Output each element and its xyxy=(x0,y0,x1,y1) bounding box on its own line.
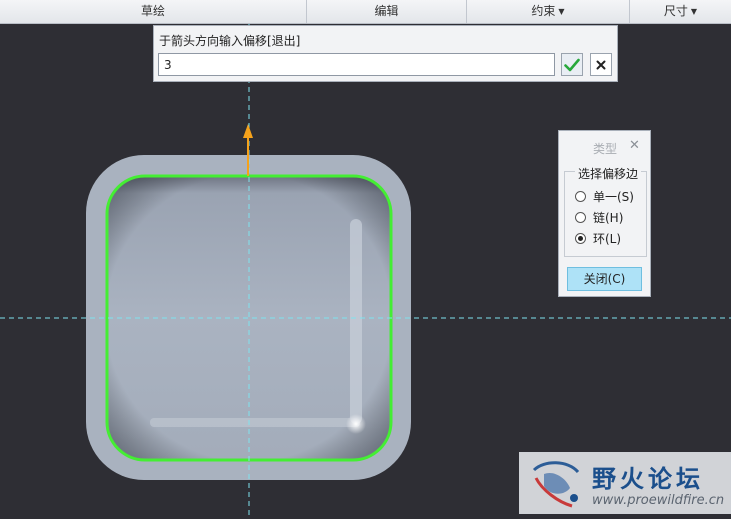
caret-down-icon: ▼ xyxy=(558,7,565,16)
check-icon xyxy=(564,58,580,71)
edge-highlight xyxy=(350,219,362,424)
ribbon-group-label: 编辑 xyxy=(374,4,399,18)
radio-button[interactable] xyxy=(575,190,586,202)
close-button[interactable]: 关闭(C) xyxy=(567,267,642,291)
arrow-head-icon xyxy=(243,124,253,138)
ribbon-group-dimension[interactable]: 尺寸 ▼ xyxy=(630,0,731,23)
inner-shading xyxy=(107,176,391,460)
ribbon-group-sketch[interactable]: 草绘 xyxy=(0,0,307,23)
type-panel-header[interactable]: 类型 ✕ xyxy=(559,131,650,161)
radio-label: 单一(S) xyxy=(593,189,634,204)
ribbon-group-label: 约束 xyxy=(531,4,556,18)
ribbon-group-edit[interactable]: 编辑 xyxy=(307,0,467,23)
radio-button[interactable] xyxy=(575,211,586,223)
ribbon-group-label: 尺寸 xyxy=(663,4,688,18)
radio-chain[interactable]: 链(H) xyxy=(575,209,623,225)
x-icon xyxy=(596,60,606,69)
offset-prompt-label: 于箭头方向输入偏移[退出] xyxy=(159,34,301,48)
specular-glint xyxy=(346,414,366,434)
forum-watermark: 野火论坛 www.proewildfire.cn xyxy=(519,452,731,514)
accept-button[interactable] xyxy=(561,53,583,76)
radio-button-checked[interactable] xyxy=(575,232,586,244)
type-panel-title: 类型 xyxy=(593,142,618,156)
ribbon-group-constrain[interactable]: 约束 ▼ xyxy=(467,0,630,23)
cancel-button[interactable] xyxy=(590,53,612,76)
offset-value-input[interactable] xyxy=(158,53,555,76)
offset-edge-legend: 选择偏移边 xyxy=(575,165,642,182)
radio-label: 环(L) xyxy=(593,231,622,246)
radio-label: 链(H) xyxy=(593,210,624,225)
ribbon-group-label: 草绘 xyxy=(140,4,165,18)
close-icon[interactable]: ✕ xyxy=(629,138,640,153)
ribbon-bar: 草绘 编辑 约束 ▼ 尺寸 ▼ xyxy=(0,0,731,24)
offset-prompt-panel: 于箭头方向输入偏移[退出] xyxy=(153,25,618,82)
watermark-url: www.proewildfire.cn xyxy=(592,493,725,508)
radio-single[interactable]: 单一(S) xyxy=(575,188,634,204)
radio-loop[interactable]: 环(L) xyxy=(575,230,621,246)
type-panel: 类型 ✕ 选择偏移边 单一(S) 链(H) 环(L) 关闭(C) xyxy=(558,130,651,297)
caret-down-icon: ▼ xyxy=(690,7,698,16)
watermark-title: 野火论坛 xyxy=(592,465,704,493)
forum-logo-icon xyxy=(532,461,580,508)
edge-highlight xyxy=(150,418,360,427)
